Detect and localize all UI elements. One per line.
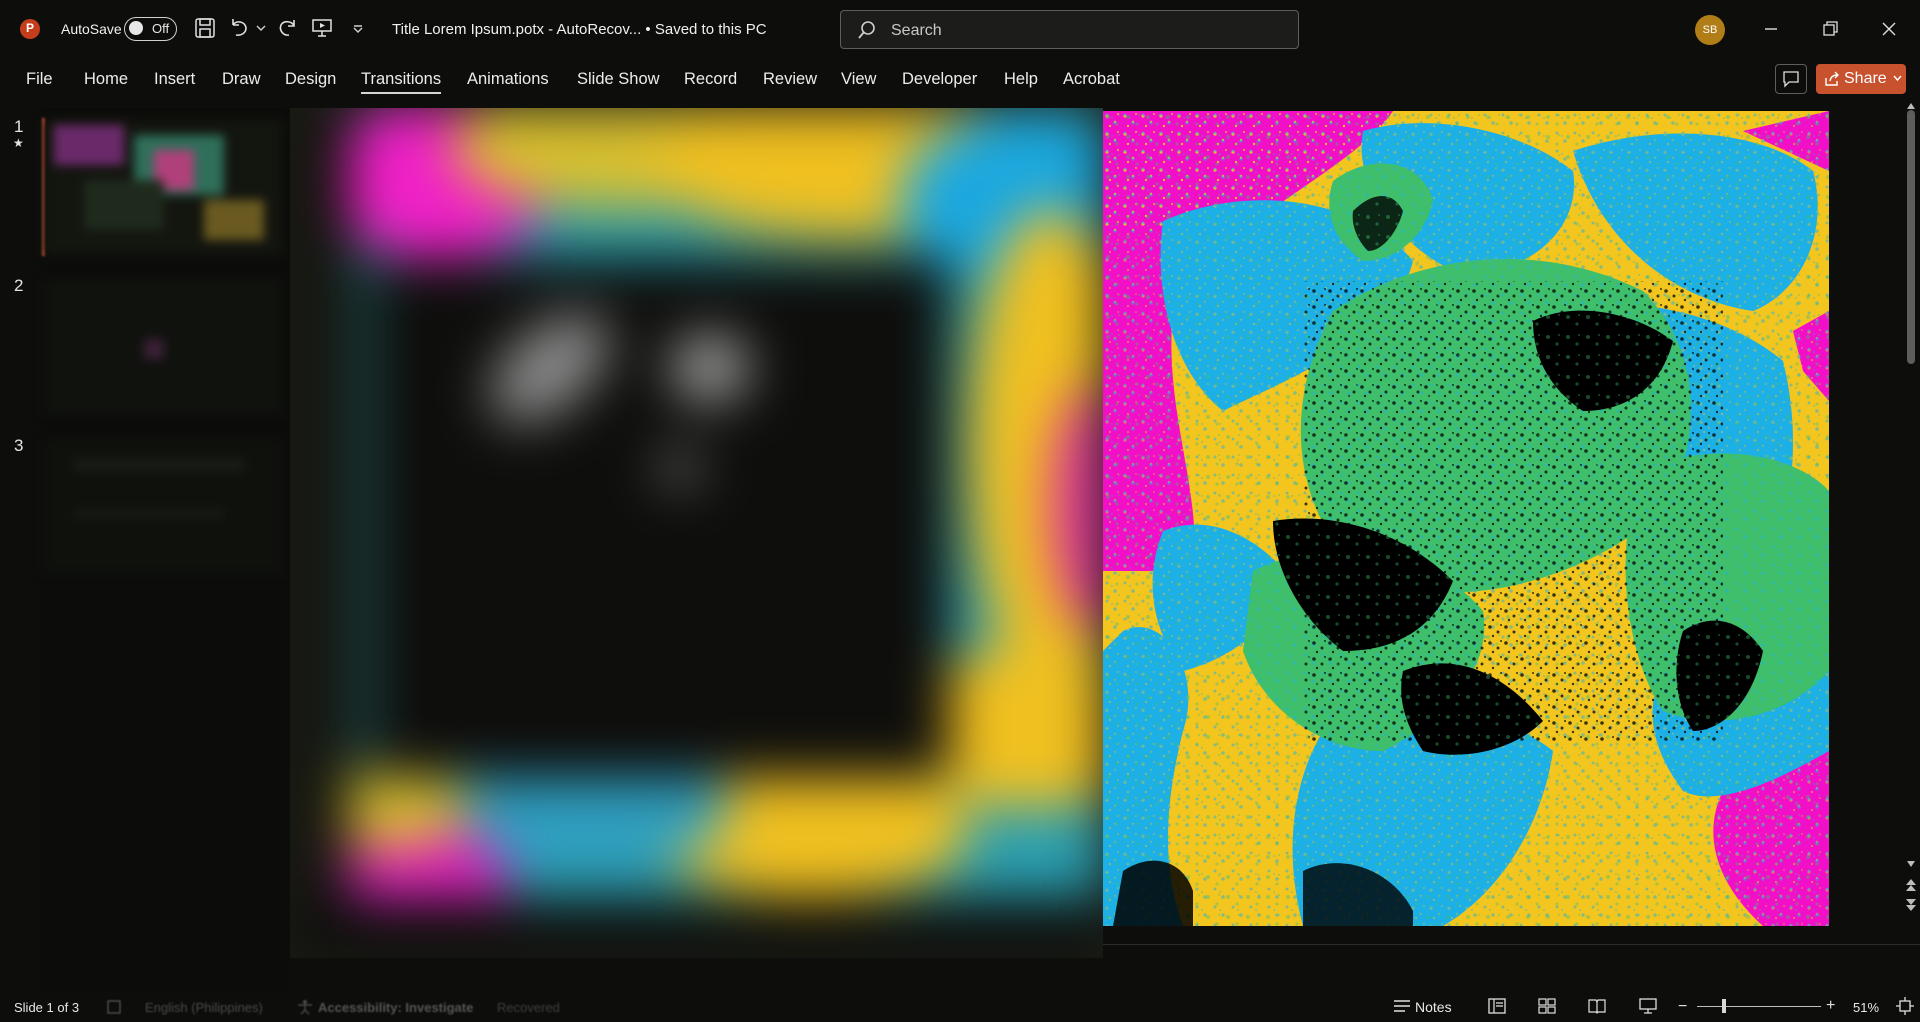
search-box[interactable] — [840, 10, 1299, 50]
normal-view-icon[interactable] — [1488, 998, 1506, 1014]
language-indicator[interactable]: English (Philippines) — [145, 1000, 263, 1015]
zoom-out-icon[interactable]: − — [1678, 998, 1687, 1016]
tab-transitions[interactable]: Transitions — [361, 70, 442, 94]
tab-animations[interactable]: Animations — [467, 70, 549, 89]
notes-label: Notes — [1415, 999, 1452, 1015]
tab-acrobat[interactable]: Acrobat — [1063, 70, 1120, 89]
animation-star-icon: ★ — [13, 136, 24, 150]
slide-sorter-icon[interactable] — [1538, 998, 1556, 1014]
notes-icon — [1393, 998, 1411, 1014]
tab-help[interactable]: Help — [1004, 70, 1038, 89]
accessibility-icon[interactable] — [296, 999, 314, 1015]
document-title: Title Lorem Ipsum.potx - AutoRecov... • … — [392, 21, 767, 38]
autosave-toggle[interactable]: Off — [124, 17, 177, 41]
scroll-down-icon[interactable] — [1906, 860, 1916, 868]
tab-slide-show[interactable]: Slide Show — [577, 70, 660, 89]
tab-developer[interactable]: Developer — [902, 70, 977, 89]
undo-icon[interactable] — [227, 16, 251, 40]
zoom-slider-handle[interactable] — [1722, 999, 1726, 1013]
avatar[interactable]: SB — [1695, 15, 1725, 45]
share-icon — [1824, 71, 1840, 87]
restore-icon[interactable] — [1815, 14, 1845, 44]
reading-view-icon[interactable] — [1588, 998, 1606, 1014]
scroll-thumb[interactable] — [1907, 110, 1915, 364]
save-icon[interactable] — [193, 16, 217, 40]
scroll-up-icon[interactable] — [1906, 102, 1916, 110]
slide-number-2: 2 — [14, 276, 24, 295]
comments-button[interactable] — [1775, 64, 1807, 94]
blurred-slide-region — [290, 108, 1103, 958]
vertical-scrollbar[interactable] — [1904, 102, 1918, 922]
slide-canvas[interactable] — [1103, 111, 1829, 926]
share-button[interactable]: Share — [1816, 64, 1906, 94]
blurred-status-items: English (Philippines) Accessibility: Inv… — [42, 990, 1102, 1022]
tab-file[interactable]: File — [26, 70, 53, 89]
share-chevron-icon — [1893, 75, 1902, 82]
status-bar: Slide 1 of 3 English (Philippines) Acces… — [0, 990, 1920, 1022]
toggle-knob — [129, 21, 143, 35]
zoom-in-icon[interactable]: + — [1826, 997, 1835, 1015]
minimize-icon[interactable] — [1756, 14, 1786, 44]
tab-draw[interactable]: Draw — [222, 70, 261, 89]
powerpoint-logo-icon: P — [20, 19, 40, 39]
slide-number-1: 1 — [14, 117, 24, 136]
slide-number-3: 3 — [14, 436, 24, 455]
next-slide-icon[interactable] — [1905, 898, 1917, 912]
notes-divider — [1103, 944, 1920, 945]
undo-dropdown-chevron-icon[interactable] — [256, 24, 266, 32]
tab-view[interactable]: View — [841, 70, 876, 89]
present-from-beginning-icon[interactable] — [310, 16, 334, 40]
search-icon — [857, 20, 877, 40]
tab-insert[interactable]: Insert — [154, 70, 195, 89]
tab-record[interactable]: Record — [684, 70, 737, 89]
tab-review[interactable]: Review — [763, 70, 817, 89]
close-icon[interactable] — [1874, 14, 1904, 44]
zoom-slider[interactable] — [1697, 1006, 1821, 1007]
search-input[interactable] — [889, 11, 1273, 50]
slide-thumbnail-3[interactable] — [44, 439, 282, 574]
slide-show-view-icon[interactable] — [1639, 998, 1657, 1014]
fit-slide-icon[interactable] — [1896, 997, 1914, 1015]
zoom-level[interactable]: 51% — [1853, 1000, 1879, 1015]
redo-icon[interactable] — [276, 16, 300, 40]
previous-slide-icon[interactable] — [1905, 878, 1917, 892]
autosave-state: Off — [152, 21, 170, 36]
tab-home[interactable]: Home — [84, 70, 128, 89]
slide-thumbnail-1[interactable] — [44, 120, 282, 255]
recovered-label: Recovered — [497, 1000, 560, 1015]
spelling-check-icon[interactable] — [106, 999, 122, 1015]
autosave-label: AutoSave — [61, 21, 122, 37]
ribbon-tabs: File Home Insert Draw Design Transitions… — [0, 58, 1920, 100]
share-label: Share — [1844, 70, 1887, 87]
accessibility-status[interactable]: Accessibility: Investigate — [318, 1000, 473, 1015]
slide-thumbnail-2[interactable] — [44, 279, 282, 414]
tab-design[interactable]: Design — [285, 70, 336, 89]
customize-quick-access-icon[interactable] — [352, 24, 364, 34]
